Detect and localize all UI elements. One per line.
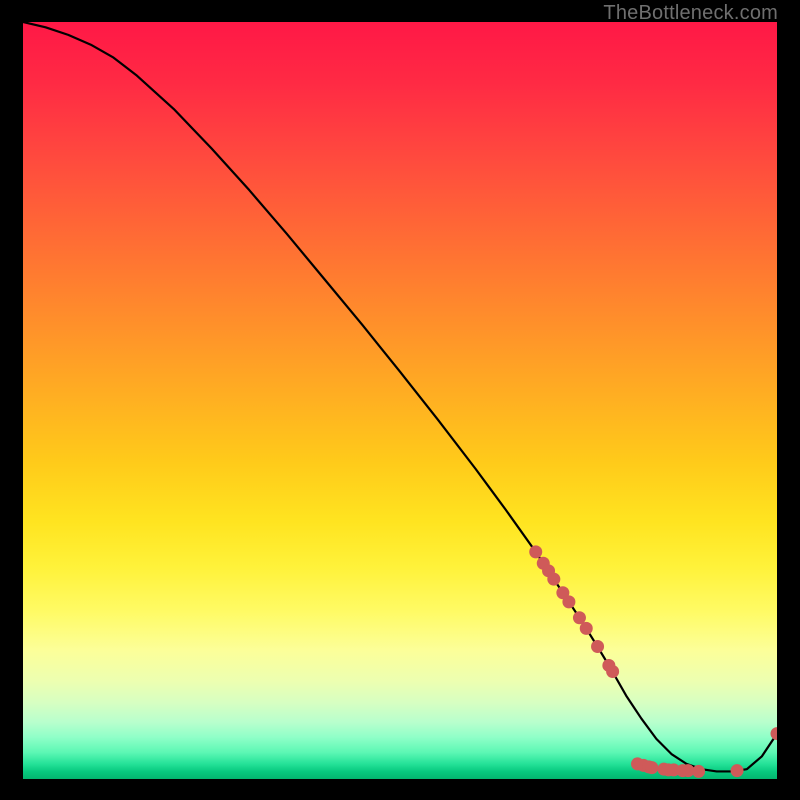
marker-dot xyxy=(731,764,744,777)
watermark-text: TheBottleneck.com xyxy=(603,2,778,25)
bottleneck-curve xyxy=(23,22,777,771)
chart-stage: TheBottleneck.com xyxy=(0,0,800,800)
marker-dot xyxy=(692,765,705,778)
marker-dot xyxy=(562,595,575,608)
chart-plot-area xyxy=(23,22,777,779)
marker-dot xyxy=(645,761,658,774)
marker-dot xyxy=(771,727,778,740)
marker-dot xyxy=(591,640,604,653)
marker-dot xyxy=(529,545,542,558)
marker-dot xyxy=(580,622,593,635)
marker-dot xyxy=(606,665,619,678)
chart-svg xyxy=(23,22,777,779)
marker-dot xyxy=(547,573,560,586)
marker-group xyxy=(529,545,777,778)
